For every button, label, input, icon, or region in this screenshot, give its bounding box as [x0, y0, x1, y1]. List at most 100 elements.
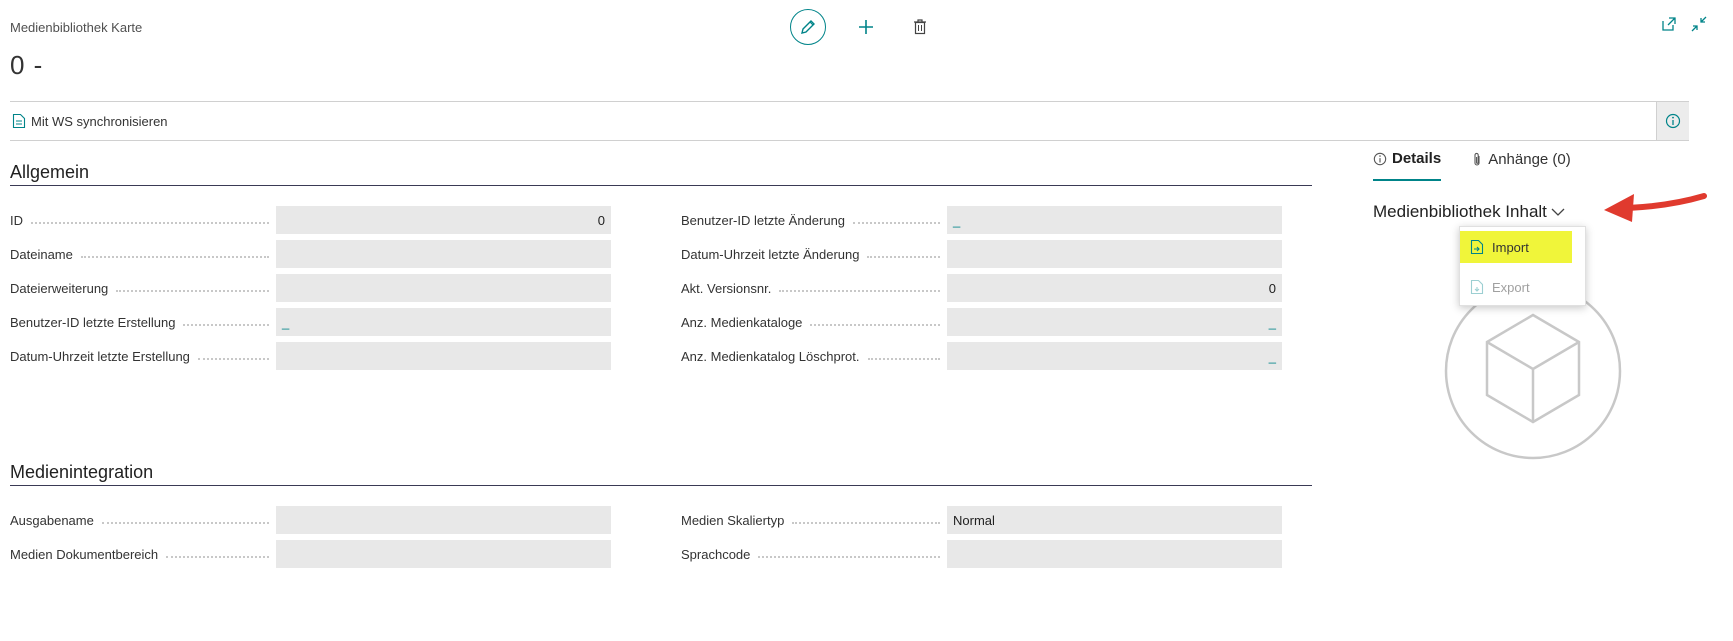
- field-label: ID: [10, 206, 275, 234]
- field-input[interactable]: [276, 342, 611, 370]
- field-label: Dateiname: [10, 240, 275, 268]
- field-row: Ausgabename: [10, 506, 641, 534]
- field-input[interactable]: _: [947, 308, 1282, 336]
- field-label-text: Dateiname: [10, 246, 73, 262]
- field-input[interactable]: 0: [947, 274, 1282, 302]
- field-label: Medien Skaliertyp: [681, 506, 946, 534]
- export-icon: [1470, 279, 1484, 295]
- field-label: Benutzer-ID letzte Änderung: [681, 206, 946, 234]
- info-icon: [1373, 152, 1387, 165]
- field-label: Benutzer-ID letzte Erstellung: [10, 308, 275, 336]
- field-input[interactable]: _: [947, 206, 1282, 234]
- field-row: Benutzer-ID letzte Erstellung _: [10, 308, 641, 336]
- field-input[interactable]: [276, 240, 611, 268]
- field-label: Sprachcode: [681, 540, 946, 568]
- media-content-heading-label: Medienbibliothek Inhalt: [1373, 202, 1547, 221]
- field-label: Dateierweiterung: [10, 274, 275, 302]
- field-label: Medien Dokumentbereich: [10, 540, 275, 568]
- field-leader-dots: [31, 222, 269, 224]
- section-media-integration-title[interactable]: Medienintegration: [10, 462, 153, 483]
- action-bar: Mit WS synchronisieren: [10, 101, 1689, 141]
- field-label-text: Dateierweiterung: [10, 280, 109, 296]
- field-label-text: Datum-Uhrzeit letzte Erstellung: [10, 348, 190, 364]
- record-title: 0 -: [10, 50, 44, 80]
- field-input[interactable]: [276, 506, 611, 534]
- field-leader-dots: [853, 222, 940, 224]
- field-row: Medien Skaliertyp Normal: [681, 506, 1312, 534]
- field-label-text: Anz. Medienkatalog Löschprot.: [681, 348, 860, 364]
- collapse-icon: [1691, 16, 1707, 32]
- field-leader-dots: [779, 290, 940, 292]
- page-caption: Medienbibliothek Karte: [10, 20, 143, 35]
- field-input[interactable]: [947, 540, 1282, 568]
- field-input[interactable]: _: [947, 342, 1282, 370]
- cube-placeholder-icon: [1444, 282, 1622, 460]
- sync-ws-action[interactable]: Mit WS synchronisieren: [10, 113, 168, 129]
- open-in-new-window-button[interactable]: [1661, 16, 1677, 37]
- field-row: Sprachcode: [681, 540, 1312, 568]
- info-icon: [1665, 113, 1681, 129]
- tab-details-label: Details: [1392, 150, 1442, 167]
- field-label-text: Medien Dokumentbereich: [10, 546, 159, 562]
- field-label-text: Benutzer-ID letzte Änderung: [681, 212, 846, 228]
- field-label-text: Anz. Medienkataloge: [681, 314, 803, 330]
- field-label-text: ID: [10, 212, 23, 228]
- field-leader-dots: [101, 522, 269, 524]
- field-leader-dots: [867, 358, 940, 360]
- tab-attachments[interactable]: Anhänge (0): [1471, 150, 1571, 181]
- menu-item-export[interactable]: Export: [1460, 271, 1572, 303]
- field-input[interactable]: [276, 274, 611, 302]
- section-general-title[interactable]: Allgemein: [10, 162, 89, 183]
- field-leader-dots: [183, 324, 269, 326]
- field-label-text: Sprachcode: [681, 546, 751, 562]
- tab-details[interactable]: Details: [1373, 150, 1442, 181]
- field-input[interactable]: _: [276, 308, 611, 336]
- collapse-button[interactable]: [1691, 16, 1707, 37]
- field-row: Datum-Uhrzeit letzte Änderung: [681, 240, 1312, 268]
- field-label-text: Akt. Versionsnr.: [681, 280, 772, 296]
- field-row: Benutzer-ID letzte Änderung _: [681, 206, 1312, 234]
- info-pane-button[interactable]: [1656, 102, 1689, 140]
- field-row: Anz. Medienkatalog Löschprot. _: [681, 342, 1312, 370]
- factbox-tabs: Details Anhänge (0): [1373, 150, 1571, 181]
- chevron-down-icon: [1551, 208, 1565, 216]
- menu-item-import[interactable]: Import: [1460, 231, 1572, 263]
- field-label-text: Medien Skaliertyp: [681, 512, 785, 528]
- media-content-menu: Import Export: [1459, 226, 1586, 306]
- field-row: Datum-Uhrzeit letzte Erstellung: [10, 342, 641, 370]
- media-content-heading[interactable]: Medienbibliothek Inhalt: [1373, 202, 1565, 222]
- edit-button[interactable]: [790, 9, 826, 45]
- field-label-text: Datum-Uhrzeit letzte Änderung: [681, 246, 860, 262]
- field-input[interactable]: [276, 540, 611, 568]
- field-input[interactable]: Normal: [947, 506, 1282, 534]
- field-row: Anz. Medienkataloge _: [681, 308, 1312, 336]
- delete-button[interactable]: [906, 13, 934, 41]
- section-general-divider: [10, 185, 1312, 186]
- field-row: ID 0: [10, 206, 641, 234]
- field-leader-dots: [166, 556, 269, 558]
- menu-item-export-label: Export: [1492, 279, 1530, 295]
- field-label: Akt. Versionsnr.: [681, 274, 946, 302]
- field-row: Dateierweiterung: [10, 274, 641, 302]
- field-input[interactable]: [947, 240, 1282, 268]
- field-label-text: Benutzer-ID letzte Erstellung: [10, 314, 176, 330]
- sync-ws-label: Mit WS synchronisieren: [31, 113, 168, 129]
- field-label: Ausgabename: [10, 506, 275, 534]
- paperclip-icon: [1474, 152, 1480, 166]
- field-leader-dots: [758, 556, 940, 558]
- section-media-integration-divider: [10, 485, 1312, 486]
- field-row: Medien Dokumentbereich: [10, 540, 641, 568]
- field-label: Anz. Medienkataloge: [681, 308, 946, 336]
- annotation-arrow-icon: [1604, 193, 1707, 222]
- pencil-icon: [801, 20, 815, 34]
- field-label-text: Ausgabename: [10, 512, 94, 528]
- window-controls: [1661, 16, 1707, 37]
- field-label: Datum-Uhrzeit letzte Erstellung: [10, 342, 275, 370]
- open-in-new-window-icon: [1662, 17, 1676, 31]
- field-input[interactable]: 0: [276, 206, 611, 234]
- new-button[interactable]: [852, 13, 880, 41]
- field-leader-dots: [867, 256, 940, 258]
- menu-item-import-label: Import: [1492, 239, 1529, 255]
- field-row: Akt. Versionsnr. 0: [681, 274, 1312, 302]
- import-icon: [1470, 239, 1484, 255]
